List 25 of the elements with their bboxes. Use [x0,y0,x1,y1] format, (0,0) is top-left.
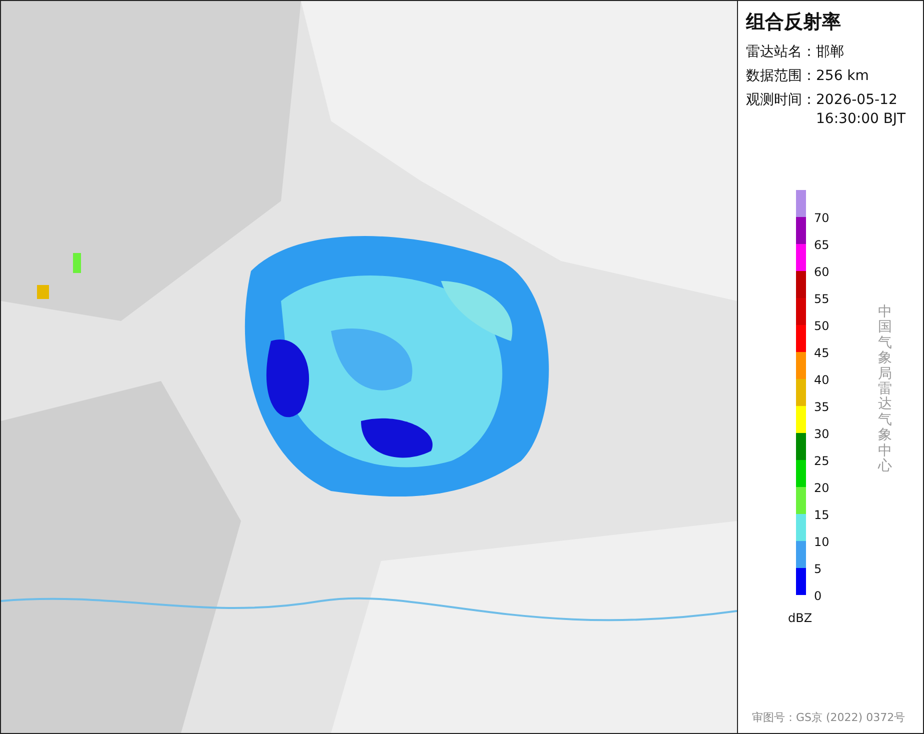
legend-value: 65 [814,238,830,252]
legend-value: 25 [814,454,830,468]
info-value: 2026-05-12 16:30:00 BJT [816,91,907,129]
legend-value: 70 [814,211,830,225]
info-value: 邯郸 [816,43,845,62]
info-label: 雷达站名： [746,43,816,62]
info-label: 数据范围： [746,67,816,86]
legend-value: 40 [814,373,830,387]
legend-value: 30 [814,427,830,441]
panel-title: 组合反射率 [746,10,842,35]
legend-value: 5 [814,562,822,576]
info-value: 256 km [816,67,870,86]
legend-value: 15 [814,508,830,522]
legend-value: 0 [814,589,822,603]
credit-text: 中国气象局雷达气象中心 [878,305,892,476]
legend-value: 10 [814,535,830,549]
legend-value: 35 [814,400,830,414]
legend-value: 60 [814,265,830,279]
legend-value: 20 [814,481,830,495]
info-label: 观测时间： [746,91,816,110]
legend-value: 55 [814,292,830,306]
approval-number: 审图号：GS京 (2022) 0372号 [752,710,906,725]
legend-unit: dBZ [788,611,814,625]
legend-value: 45 [814,346,830,360]
legend-value: 50 [814,319,830,333]
